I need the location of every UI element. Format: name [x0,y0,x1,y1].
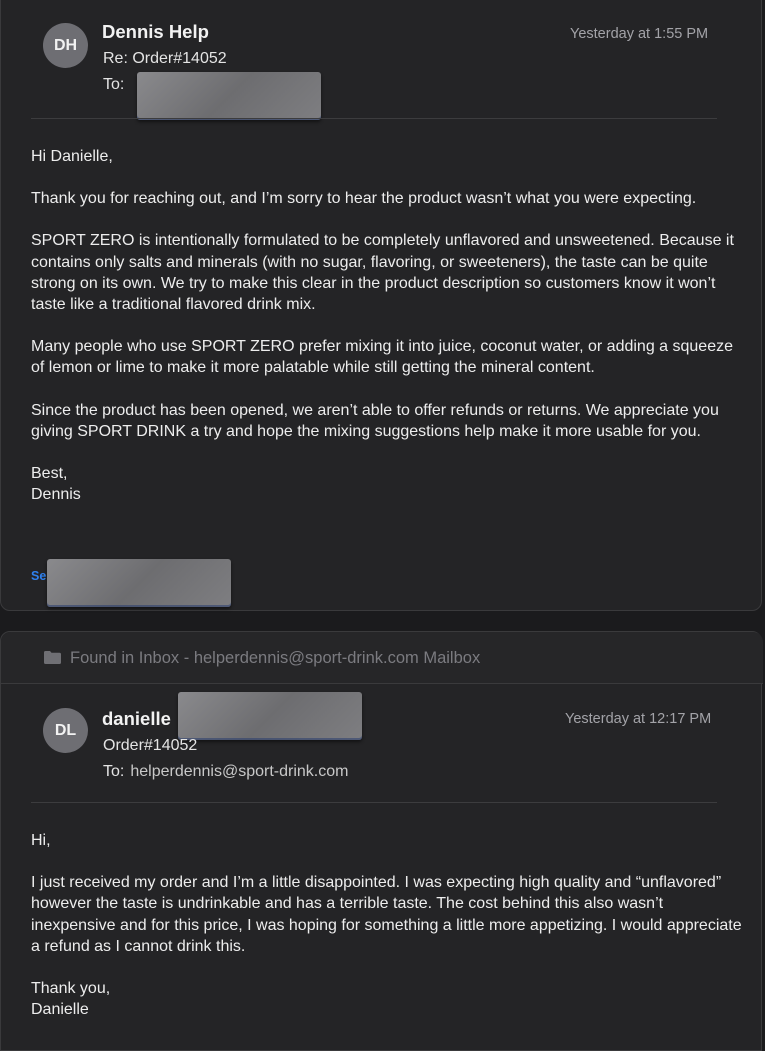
sign-off: Thank you, [31,980,111,998]
message-body: Hi, I just received my order and I’m a l… [31,830,743,1020]
original-message-card: Found in Inbox - helperdennis@sport-drin… [0,631,763,1051]
found-in-mailbox-text: Found in Inbox - helperdennis@sport-drin… [70,649,481,667]
message-timestamp: Yesterday at 1:55 PM [570,26,709,42]
redacted-recipient [137,72,321,120]
signature-link[interactable]: Se [31,569,46,583]
signature-name: Dennis [31,486,81,504]
reply-message-card: DH Dennis Help Re: Order#14052 To: Yeste… [0,0,762,611]
redacted-sender-surname [178,692,362,740]
avatar-initials: DL [54,721,77,739]
message-timestamp: Yesterday at 12:17 PM [565,711,712,727]
message-subject: Re: Order#14052 [103,50,227,67]
to-line: To: helperdennis@sport-drink.com [103,763,348,781]
body-paragraph-4: Since the product has been opened, we ar… [31,401,719,440]
sender-name[interactable]: danielle [102,708,171,730]
avatar-initials: DH [53,36,78,54]
redacted-signature [47,559,231,607]
body-paragraph-2: SPORT ZERO is intentionally formulated t… [31,232,734,314]
sender-name[interactable]: Dennis Help [102,21,209,43]
greeting: Hi Danielle, [31,148,113,165]
to-address[interactable]: helperdennis@sport-drink.com [130,763,348,780]
message-subject: Order#14052 [103,737,198,754]
signature-name: Danielle [31,1001,89,1019]
avatar[interactable]: DH [43,23,88,68]
to-label: To: [103,763,125,780]
to-label: To: [103,76,125,93]
body-paragraph-1: Thank you for reaching out, and I’m sorr… [31,190,697,208]
body-paragraph-1: I just received my order and I’m a littl… [31,874,742,955]
found-in-mailbox-bar[interactable]: Found in Inbox - helperdennis@sport-drin… [1,632,763,684]
avatar[interactable]: DL [43,708,88,753]
to-line: To: [103,76,124,94]
folder-icon [44,651,61,664]
header-divider [31,118,717,119]
sign-off: Best, [31,465,68,483]
message-body: Hi Danielle, Thank you for reaching out,… [31,146,743,505]
greeting: Hi, [31,832,51,849]
body-paragraph-3: Many people who use SPORT ZERO prefer mi… [31,338,733,377]
header-divider [31,802,717,803]
